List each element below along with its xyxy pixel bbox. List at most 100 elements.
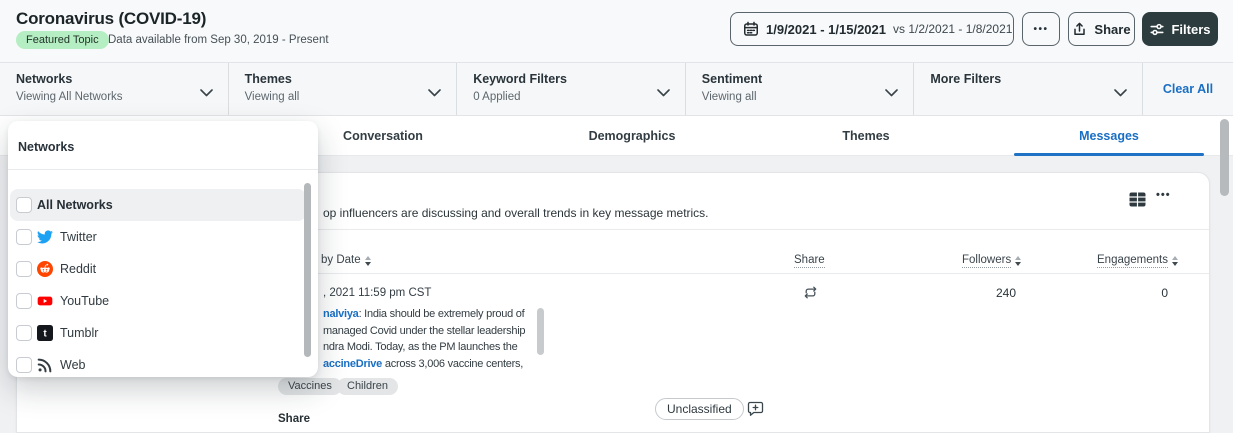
filter-section-more-filters[interactable]: More Filters [914,63,1143,115]
topic-header: Coronavirus (COVID-19) Featured Topic Da… [0,0,1233,62]
network-label: All Networks [37,198,113,212]
filter-section-networks[interactable]: Networks Viewing All Networks [0,63,229,115]
ellipsis-icon: ••• [1033,24,1048,35]
share-button[interactable]: Share [1068,12,1135,46]
checkbox[interactable] [16,229,32,245]
checkbox[interactable] [16,261,32,277]
tumblr-icon: t [37,325,53,341]
sort-icon [1172,256,1178,266]
twitter-icon [37,229,53,245]
page-title: Coronavirus (COVID-19) [16,9,206,29]
network-item-twitter[interactable]: Twitter [10,221,306,253]
date-range-text: 1/9/2021 - 1/15/2021 [766,22,886,37]
filter-sublabel: Viewing all [245,91,441,103]
filter-sublabel: Viewing All Networks [16,91,212,103]
clear-all-link[interactable]: Clear All [1143,63,1233,115]
network-label: Web [60,358,85,372]
reddit-icon [37,261,53,277]
network-item-web[interactable]: Web [10,349,306,381]
sort-icon [1015,256,1021,266]
checkbox[interactable] [16,357,32,373]
chevron-down-icon [200,84,213,102]
column-header-share[interactable]: Share [794,254,825,268]
featured-topic-badge: Featured Topic [16,31,109,49]
network-item-reddit[interactable]: Reddit [10,253,306,285]
column-label: Followers [962,254,1011,268]
chevron-down-icon [1114,84,1127,102]
topic-tag-children[interactable]: Children [337,378,398,395]
chevron-down-icon [885,84,898,102]
network-item-tumblr[interactable]: t Tumblr [10,317,306,349]
message-line: accineDrive across 3,006 vaccine centers… [323,356,536,373]
dropdown-scrollbar[interactable] [304,183,311,357]
message-text: nalviya: India should be extremely proud… [323,306,536,372]
checkbox[interactable] [16,293,32,309]
network-label: YouTube [60,294,109,308]
filter-label: More Filters [930,72,1126,86]
network-item-all-networks[interactable]: All Networks [10,189,306,221]
tab-demographics[interactable]: Demographics [537,116,727,156]
add-classification-icon[interactable] [747,400,764,422]
filters-sliders-icon [1149,21,1165,37]
column-label: Engagements [1097,254,1168,268]
filter-bar: Networks Viewing All Networks Themes Vie… [0,62,1233,116]
checkbox[interactable] [16,325,32,341]
date-range-button[interactable]: 1/9/2021 - 1/15/2021 vs 1/2/2021 - 1/8/2… [730,12,1014,46]
tab-themes[interactable]: Themes [771,116,961,156]
column-label: Share [794,254,825,268]
followers-value: 240 [956,286,1016,300]
rss-icon [37,357,53,373]
youtube-icon [37,293,53,309]
chevron-down-icon [657,84,670,102]
table-view-icon[interactable] [1129,192,1146,212]
filter-section-themes[interactable]: Themes Viewing all [229,63,458,115]
filters-button-label: Filters [1171,22,1210,37]
share-icon [1072,21,1088,37]
message-line-text: across 3,006 vaccine centers, [382,358,523,370]
network-label: Tumblr [60,326,98,340]
hashtag-link[interactable]: accineDrive [323,358,382,370]
filter-section-keyword-filters[interactable]: Keyword Filters 0 Applied [457,63,686,115]
card-menu-button[interactable]: ••• [1156,189,1171,201]
network-label: Twitter [60,230,97,244]
unclassified-button[interactable]: Unclassified [655,398,744,420]
checkbox[interactable] [16,197,32,213]
listening-dashboard: Coronavirus (COVID-19) Featured Topic Da… [0,0,1233,433]
compare-range-text: vs 1/2/2021 - 1/8/2021 [893,22,1012,36]
message-line: ndra Modi. Today, as the PM launches the [323,339,536,356]
dropdown-title: Networks [18,140,74,154]
filters-button[interactable]: Filters [1142,12,1218,46]
column-header-followers[interactable]: Followers [962,254,1021,268]
data-availability-text: Data available from Sep 30, 2019 - Prese… [108,34,329,46]
message-row-date: , 2021 11:59 pm CST [323,287,431,299]
network-item-youtube[interactable]: YouTube [10,285,306,317]
filter-label: Sentiment [702,72,898,86]
message-line: managed Covid under the stellar leadersh… [323,323,536,340]
filter-sublabel: 0 Applied [473,91,669,103]
networks-dropdown: Networks All Networks Twitter [8,121,318,377]
filter-section-sentiment[interactable]: Sentiment Viewing all [686,63,915,115]
sort-icon [365,256,371,266]
message-user-link[interactable]: nalviya [323,308,359,320]
message-line: nalviya: India should be extremely proud… [323,306,536,323]
tab-messages[interactable]: Messages [1014,116,1204,156]
column-header-engagements[interactable]: Engagements [1097,254,1178,268]
filter-label: Themes [245,72,441,86]
network-label: Reddit [60,262,96,276]
divider [8,169,318,170]
chevron-down-icon [428,84,441,102]
card-intro-text: op influencers are discussing and overal… [323,206,709,220]
filter-label: Keyword Filters [473,72,669,86]
filter-sublabel: Viewing all [702,91,898,103]
message-line-text: : India should be extremely proud of [359,308,525,320]
engagements-value: 0 [1121,286,1168,300]
column-header-date[interactable]: by Date [321,254,371,266]
retweet-icon[interactable] [803,285,818,305]
message-scrollbar[interactable] [537,308,544,355]
share-section-label: Share [278,413,310,425]
share-button-label: Share [1094,22,1130,37]
page-scrollbar[interactable] [1220,119,1229,196]
filter-label: Networks [16,72,212,86]
more-options-button[interactable]: ••• [1022,12,1060,46]
calendar-icon [743,21,759,37]
